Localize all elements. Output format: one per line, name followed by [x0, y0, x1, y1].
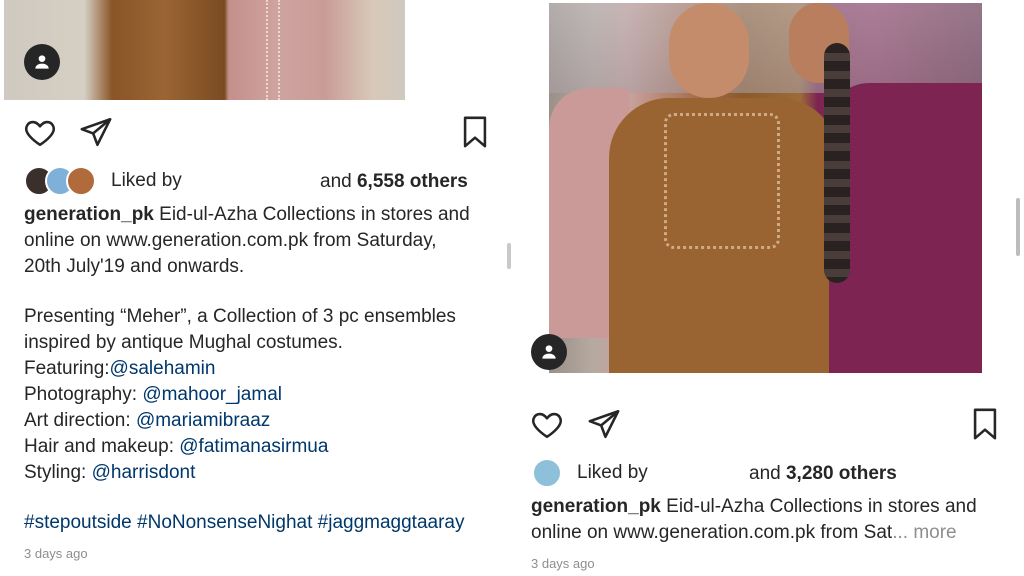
mention-link[interactable]: @harrisdont [92, 462, 196, 483]
caption-username[interactable]: generation_pk [24, 204, 154, 225]
credit-label: Photography: [24, 384, 143, 405]
hashtag-link[interactable]: #NoNonsenseNighat [137, 512, 312, 533]
likes-prefix: and [749, 463, 781, 484]
post-caption: generation_pk Eid-ul-Azha Collections in… [531, 494, 977, 546]
liked-by-label: Liked by [577, 462, 648, 483]
post-image[interactable] [4, 0, 405, 100]
bookmark-icon [973, 408, 997, 440]
credit-label: Styling: [24, 462, 92, 483]
hashtag-link[interactable]: #stepoutside [24, 512, 132, 533]
paper-plane-icon [588, 409, 620, 439]
likes-count[interactable]: and 6,558 others [320, 171, 468, 193]
like-button[interactable] [22, 114, 58, 150]
braid [824, 43, 850, 283]
liked-by-label: Liked by [111, 170, 182, 191]
liker-avatars[interactable] [532, 458, 562, 488]
credit-label: Art direction: [24, 410, 136, 431]
caption-text: Eid-ul-Azha Collections in stores and [159, 204, 470, 225]
avatar [532, 458, 562, 488]
post-image[interactable] [549, 3, 982, 373]
caption-text: Eid-ul-Azha Collections in stores and [666, 496, 977, 517]
scrollbar[interactable] [1016, 198, 1020, 256]
caption-username[interactable]: generation_pk [531, 496, 661, 517]
caption-text: Presenting “Meher”, a Collection of 3 pc… [24, 306, 456, 327]
save-button[interactable] [967, 406, 1003, 442]
mention-link[interactable]: @mahoor_jamal [142, 384, 282, 405]
user-tag-button[interactable] [24, 44, 60, 80]
mention-link[interactable]: @salehamin [110, 358, 216, 379]
post-caption: generation_pk Eid-ul-Azha Collections in… [24, 202, 470, 536]
person-icon [542, 345, 556, 359]
embroidery-detail [266, 0, 280, 100]
model-face [669, 3, 749, 98]
share-button[interactable] [78, 114, 114, 150]
user-tag-button[interactable] [531, 334, 567, 370]
more-link[interactable]: more [913, 522, 956, 543]
share-button[interactable] [586, 406, 622, 442]
hashtag-link[interactable]: #jaggmaggtaaray [318, 512, 465, 533]
post-timestamp: 3 days ago [531, 556, 595, 571]
post-left: Liked by and 6,558 others generation_pk … [0, 0, 515, 576]
caption-text: 20th July'19 and onwards. [24, 256, 245, 277]
heart-icon [532, 412, 562, 439]
likes-others: 6,558 others [356, 171, 468, 192]
likes-prefix: and [320, 171, 352, 192]
post-timestamp: 3 days ago [24, 546, 88, 561]
credit-label: Featuring: [24, 358, 110, 379]
credit-label: Hair and makeup: [24, 436, 180, 457]
magenta-kurta [829, 83, 982, 373]
likes-others: 3,280 others [785, 463, 897, 484]
liked-by-row: Liked by [532, 458, 648, 488]
avatar [66, 166, 96, 196]
bookmark-icon [463, 116, 487, 148]
mention-link[interactable]: @fatimanasirmua [179, 436, 328, 457]
post-right: Liked by and 3,280 others generation_pk … [520, 0, 1024, 576]
save-button[interactable] [457, 114, 493, 150]
like-button[interactable] [529, 406, 565, 442]
caption-text: inspired by antique Mughal costumes. [24, 332, 343, 353]
mention-link[interactable]: @mariamibraaz [136, 410, 270, 431]
paper-plane-icon [80, 117, 112, 147]
background [549, 3, 982, 93]
scrollbar[interactable] [507, 243, 511, 269]
embroidery-detail [664, 113, 780, 249]
likes-count[interactable]: and 3,280 others [749, 463, 897, 485]
heart-icon [25, 120, 55, 147]
ellipsis: ... [892, 522, 909, 543]
liked-by-row: Liked by [24, 166, 182, 196]
caption-text: online on www.generation.com.pk from Sat [531, 522, 893, 543]
liker-avatars[interactable] [24, 166, 96, 196]
person-icon [35, 55, 49, 69]
caption-text: online on www.generation.com.pk from Sat… [24, 230, 437, 251]
